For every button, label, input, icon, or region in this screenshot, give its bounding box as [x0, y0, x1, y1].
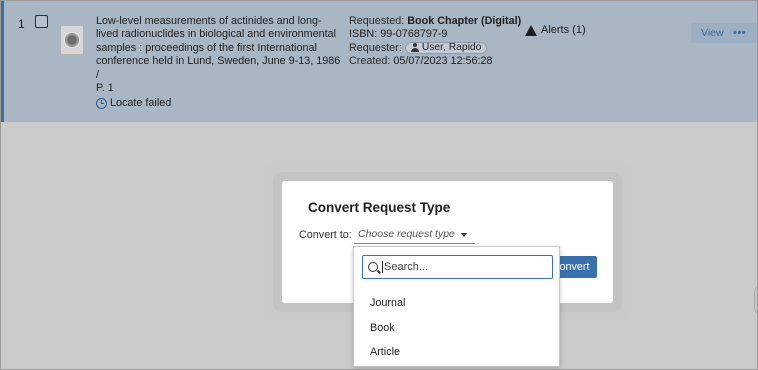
requester-chip[interactable]: User, Rapido: [404, 41, 488, 54]
user-icon: [410, 43, 419, 53]
view-button[interactable]: View: [691, 27, 729, 39]
requested-label: Requested:: [349, 15, 405, 27]
convert-to-label: Convert to:: [299, 229, 352, 241]
more-options-icon[interactable]: •••: [729, 27, 746, 39]
record-title-line: P. 1: [96, 82, 114, 95]
option-journal[interactable]: Journal: [370, 297, 405, 309]
option-article[interactable]: Article: [370, 346, 400, 358]
search-input[interactable]: [384, 261, 544, 273]
created-label: Created:: [349, 55, 391, 68]
search-icon: [368, 262, 378, 272]
option-book[interactable]: Book: [370, 322, 395, 334]
created-value: 05/07/2023 12:56:28: [393, 55, 493, 68]
requested-value: Book Chapter (Digital): [407, 15, 522, 27]
requester-name: User, Rapido: [421, 42, 482, 54]
request-row[interactable]: 1 Low-level measurements of actinides an…: [1, 1, 757, 122]
request-type-dropdown: Journal Book Article: [353, 246, 560, 367]
record-title-line: conference held in Lund, Sweden, June 9-…: [96, 55, 341, 81]
alerts-text: Alerts (1): [541, 24, 586, 36]
isbn-text: ISBN: 99-0768797-9: [349, 28, 448, 41]
locate-status: Locate failed: [96, 97, 171, 109]
dropdown-search[interactable]: [362, 255, 553, 279]
dialog-title: Convert Request Type: [308, 200, 451, 215]
request-type-select[interactable]: Choose request type: [354, 223, 475, 244]
convert-button-label: onvert: [559, 261, 590, 273]
caret-down-icon: [461, 233, 467, 237]
book-thumbnail-icon: [60, 25, 84, 55]
alerts-link[interactable]: Alerts (1): [525, 24, 586, 36]
requester-label: Requester:: [349, 41, 402, 54]
record-title-line: Low-level measurements of actinides and …: [96, 15, 322, 27]
row-index: 1: [18, 17, 25, 31]
clock-icon: [96, 97, 107, 109]
request-meta: Requested: Book Chapter (Digital) ISBN: …: [349, 15, 521, 69]
row-checkbox[interactable]: [35, 15, 48, 28]
record-title[interactable]: Low-level measurements of actinides and …: [96, 15, 346, 95]
record-title-line: lived radionuclides in biological and en…: [96, 28, 337, 41]
locate-status-text: Locate failed: [110, 97, 172, 109]
record-title-line: samples : proceedings of the first Inter…: [96, 41, 317, 54]
convert-button[interactable]: onvert: [556, 256, 597, 278]
side-panel-handle[interactable]: [754, 285, 757, 315]
text-cursor: [382, 261, 383, 273]
warning-icon: [525, 24, 537, 36]
page-overlay: 1 Low-level measurements of actinides an…: [0, 0, 758, 370]
row-actions: View •••: [691, 23, 757, 43]
select-placeholder: Choose request type: [358, 228, 455, 240]
